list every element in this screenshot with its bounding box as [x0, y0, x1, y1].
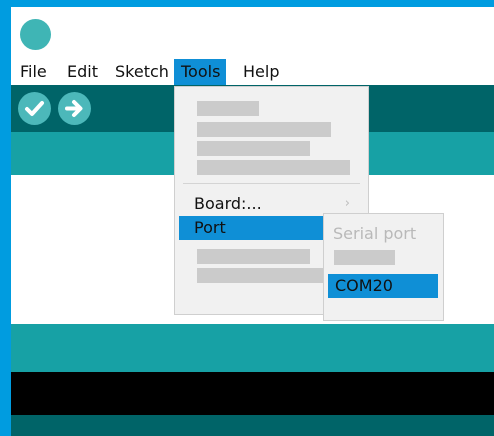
- menu-sketch[interactable]: Sketch: [115, 59, 169, 85]
- port-submenu: Serial port COM20: [323, 213, 444, 321]
- checkmark-icon: [25, 101, 44, 116]
- footer-bar: [11, 415, 494, 436]
- console-output: [11, 372, 494, 415]
- menu-file[interactable]: File: [20, 59, 47, 85]
- menu-edit[interactable]: Edit: [67, 59, 98, 85]
- menu-separator: [183, 183, 360, 184]
- ide-window: File Edit Sketch Tools Help Board:... › …: [11, 7, 494, 436]
- port-label: Port: [194, 218, 226, 237]
- menu-bar: File Edit Sketch Tools Help: [11, 59, 494, 85]
- menu-item-placeholder[interactable]: [197, 268, 341, 283]
- port-item-placeholder[interactable]: [334, 250, 395, 265]
- app-logo-icon: [20, 19, 51, 50]
- serial-port-header: Serial port: [333, 224, 417, 243]
- menu-item-placeholder[interactable]: [197, 160, 350, 175]
- menu-tools[interactable]: Tools: [174, 59, 227, 85]
- port-option-com20[interactable]: COM20: [328, 274, 438, 298]
- menu-item-placeholder[interactable]: [197, 101, 259, 116]
- chevron-right-icon: ›: [344, 196, 350, 211]
- board-label: Board:...: [194, 194, 262, 213]
- menu-item-placeholder[interactable]: [197, 141, 310, 156]
- upload-button[interactable]: [58, 92, 91, 125]
- menu-item-placeholder[interactable]: [197, 249, 310, 264]
- arrow-right-icon: [65, 100, 83, 117]
- status-bar: [11, 324, 494, 372]
- menu-help[interactable]: Help: [243, 59, 279, 85]
- verify-button[interactable]: [18, 92, 51, 125]
- menu-item-placeholder[interactable]: [197, 122, 331, 137]
